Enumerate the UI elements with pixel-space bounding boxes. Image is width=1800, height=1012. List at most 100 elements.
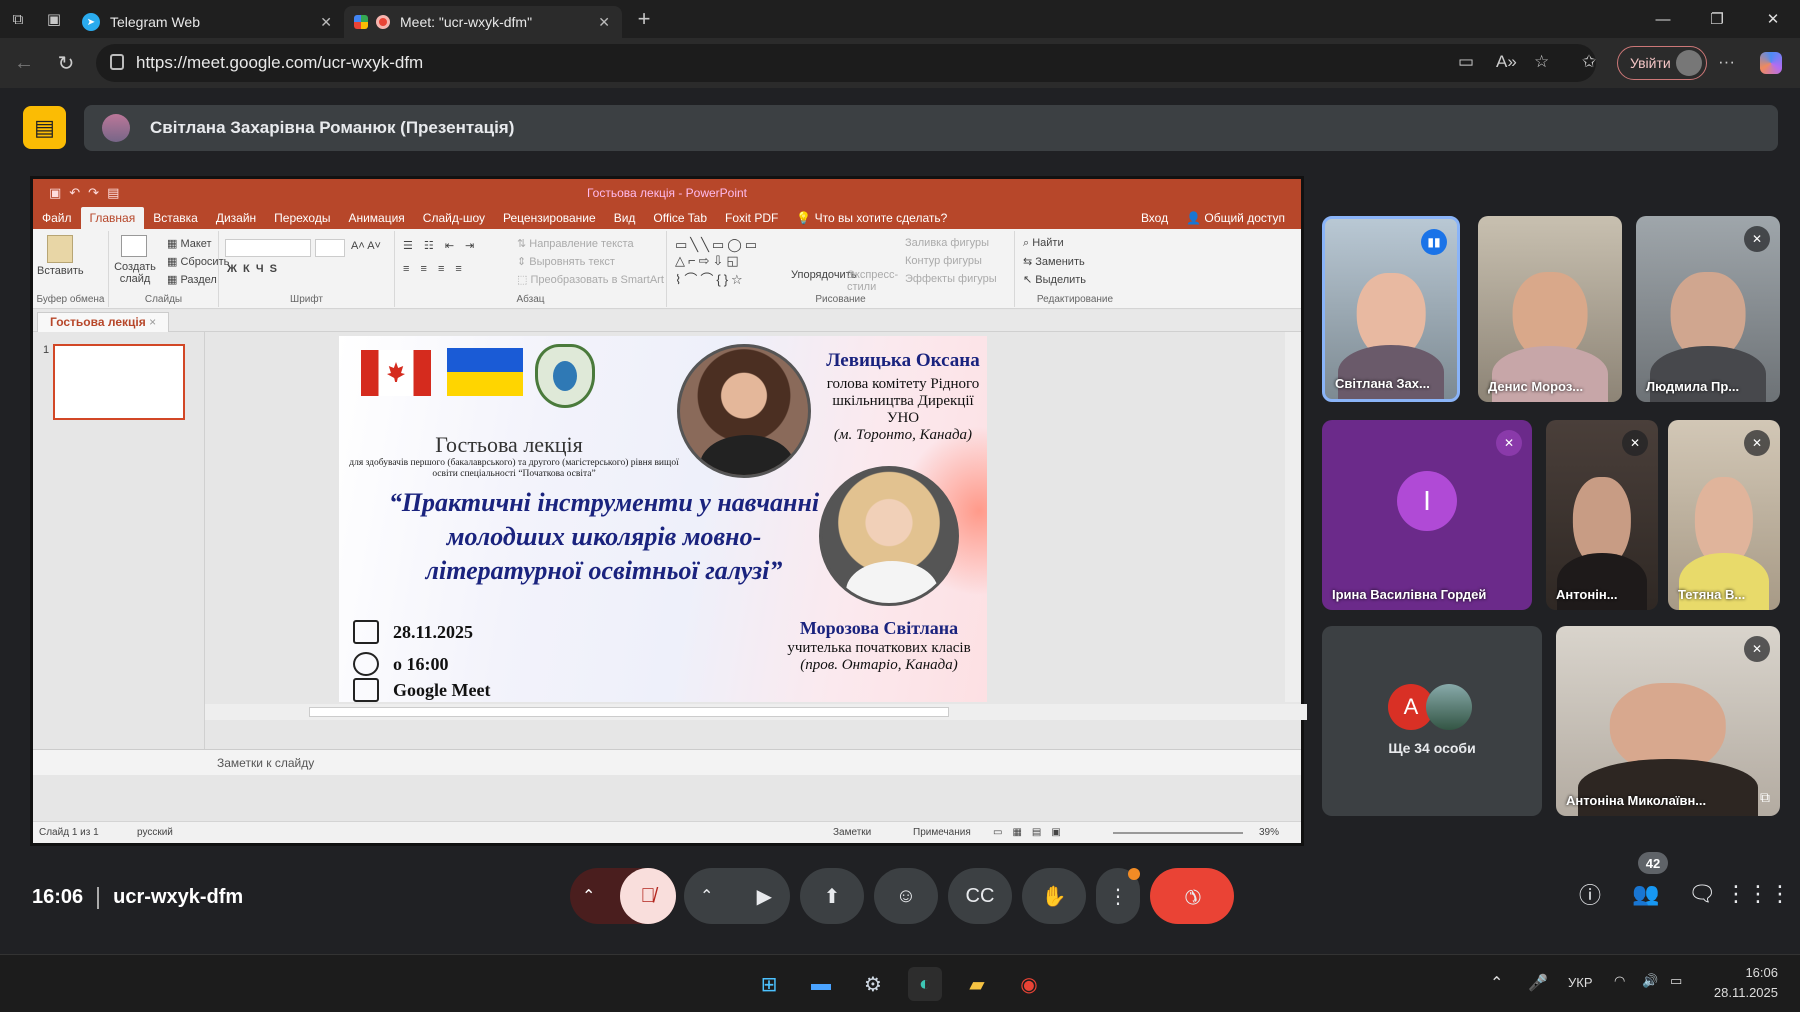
menu-review[interactable]: Рецензирование: [494, 207, 605, 229]
align-text-button[interactable]: ⇕ Выровнять текст: [517, 255, 615, 268]
pin-icon[interactable]: ⧉: [1760, 789, 1770, 806]
maximize-icon[interactable]: ❐: [1690, 0, 1744, 38]
participant-tile[interactable]: І ✕ Ірина Василівна Гордей: [1322, 420, 1532, 610]
present-screen-button[interactable]: ⬆: [800, 868, 864, 924]
slide-canvas[interactable]: Левицька Оксана голова комітету Рідного …: [339, 336, 987, 702]
close-icon[interactable]: ✕: [320, 14, 332, 31]
people-button[interactable]: 👥: [1624, 872, 1668, 916]
close-icon[interactable]: ×: [149, 315, 156, 329]
font-grow-icon[interactable]: A˄ A˅: [351, 240, 381, 252]
windows-start-icon[interactable]: ⊞: [752, 967, 786, 1001]
leave-call-button[interactable]: ✆: [1150, 868, 1234, 924]
minimize-icon[interactable]: —: [1636, 0, 1690, 38]
participant-tile[interactable]: ▮▮ Світлана Зах...: [1322, 216, 1460, 402]
mic-off-icon[interactable]: 🎙̸: [620, 868, 676, 924]
clock-date[interactable]: 28.11.2025: [1704, 985, 1778, 1000]
horizontal-scrollbar[interactable]: [205, 704, 1307, 720]
edge-icon[interactable]: ◐: [908, 967, 942, 1001]
layout-button[interactable]: ▦ Макет: [167, 237, 212, 250]
language-status[interactable]: русский: [137, 827, 173, 838]
scroll-thumb[interactable]: [309, 707, 949, 717]
chat-button[interactable]: 🗨: [1680, 872, 1724, 916]
menu-insert[interactable]: Вставка: [144, 207, 207, 229]
tab-actions-icon[interactable]: ▣: [36, 0, 72, 38]
more-participants-tile[interactable]: A Ще 34 особи: [1322, 626, 1542, 816]
clock-time[interactable]: 16:06: [1724, 965, 1778, 980]
more-menu-icon[interactable]: ···: [1718, 52, 1735, 72]
workspaces-icon[interactable]: ⧉: [0, 0, 36, 38]
slide-notes[interactable]: Заметки к слайду: [33, 749, 1301, 775]
presentation-icon[interactable]: ▤: [23, 106, 66, 149]
battery-icon[interactable]: ▭: [1670, 973, 1682, 989]
section-button[interactable]: ▦ Раздел: [167, 273, 217, 286]
select-button[interactable]: ↖ Выделить: [1023, 273, 1086, 286]
menu-slideshow[interactable]: Слайд-шоу: [414, 207, 494, 229]
steam-icon[interactable]: ⚙: [856, 967, 890, 1001]
tab-meet[interactable]: Meet: "ucr-wxyk-dfm" ✕: [344, 6, 622, 38]
volume-icon[interactable]: 🔊: [1642, 973, 1658, 989]
participant-tile[interactable]: Денис Мороз...: [1478, 216, 1622, 402]
font-format-icons[interactable]: ЖКЧS: [227, 263, 283, 275]
font-size-field[interactable]: [315, 239, 345, 257]
quick-styles-button[interactable]: Экспресс-стили: [847, 269, 898, 293]
meeting-details-button[interactable]: ⓘ: [1568, 872, 1612, 916]
reload-icon[interactable]: ↻: [46, 43, 86, 83]
file-explorer-icon[interactable]: ▰: [960, 967, 994, 1001]
captions-button[interactable]: CC: [948, 868, 1012, 924]
shape-effects-button[interactable]: Эффекты фигуры: [905, 273, 997, 285]
replace-button[interactable]: ⇆ Заменить: [1023, 255, 1085, 268]
menu-animations[interactable]: Анимация: [339, 207, 413, 229]
desktop-icon[interactable]: ▬: [804, 967, 838, 1001]
menu-office-tab[interactable]: Office Tab: [644, 207, 716, 229]
zoom-level[interactable]: 39%: [1259, 827, 1279, 838]
more-options-button[interactable]: ⋮: [1096, 868, 1140, 924]
view-icons[interactable]: ▭▦▤▣: [993, 827, 1071, 838]
new-slide-button[interactable]: Создать слайд: [113, 261, 157, 285]
favorite-star-icon[interactable]: ☆: [1534, 52, 1549, 72]
document-tab[interactable]: Гостьова лекція ×: [37, 312, 170, 332]
font-name-field[interactable]: [225, 239, 311, 257]
menu-file[interactable]: Файл: [33, 207, 81, 229]
vertical-scrollbar[interactable]: [1285, 332, 1301, 702]
slide-thumbnail[interactable]: [53, 344, 185, 420]
input-language[interactable]: УКР: [1568, 975, 1593, 990]
favorites-icon[interactable]: ✩: [1582, 52, 1596, 72]
window-close-icon[interactable]: ✕: [1746, 0, 1800, 38]
shape-fill-button[interactable]: Заливка фигуры: [905, 237, 989, 249]
raise-hand-button[interactable]: ✋: [1022, 868, 1086, 924]
new-tab-button[interactable]: +: [628, 3, 660, 35]
participant-tile[interactable]: ✕ Тетяна В...: [1668, 420, 1780, 610]
ppt-signin[interactable]: Вход: [1141, 207, 1168, 229]
camera-options-chevron-icon[interactable]: ⌃: [700, 886, 713, 906]
sign-in-button[interactable]: Увійти: [1617, 46, 1707, 80]
wifi-icon[interactable]: ◠: [1614, 973, 1625, 989]
chrome-icon[interactable]: ◉: [1012, 967, 1046, 1001]
emoji-reactions-button[interactable]: ☺: [874, 868, 938, 924]
tray-chevron-icon[interactable]: ⌃: [1490, 973, 1503, 993]
notes-toggle[interactable]: Заметки: [833, 827, 871, 838]
tray-mic-icon[interactable]: 🎤: [1528, 973, 1548, 993]
url-field[interactable]: https://meet.google.com/ucr-wxyk-dfm: [96, 44, 1596, 82]
text-direction-button[interactable]: ⇅ Направление текста: [517, 237, 634, 250]
comments-toggle[interactable]: Примечания: [913, 827, 971, 838]
find-button[interactable]: ⌕ Найти: [1023, 237, 1064, 250]
close-icon[interactable]: ✕: [598, 14, 610, 31]
paste-button[interactable]: Вставить: [37, 265, 84, 277]
smartart-button[interactable]: ⬚ Преобразовать в SmartArt: [517, 273, 664, 286]
list-icons[interactable]: ☰ ☷ ⇤ ⇥: [403, 239, 478, 252]
tell-me-field[interactable]: 💡 Что вы хотите сделать?: [787, 207, 956, 229]
menu-view[interactable]: Вид: [605, 207, 645, 229]
read-aloud-icon[interactable]: A»: [1496, 52, 1517, 72]
ppt-share[interactable]: 👤 Общий доступ: [1186, 207, 1285, 229]
menu-home[interactable]: Главная: [80, 207, 145, 229]
tab-telegram[interactable]: ➤ Telegram Web ✕: [72, 6, 344, 38]
participant-tile[interactable]: ✕ Антонін...: [1546, 420, 1658, 610]
back-icon[interactable]: ←: [4, 43, 44, 83]
shapes-gallery[interactable]: ▭╲╲▭◯▭ △⌐⇨⇩◱ ⌇⌒⌒{}☆: [675, 237, 760, 288]
zoom-slider[interactable]: [1113, 832, 1243, 834]
mic-options-chevron-icon[interactable]: ⌃: [582, 886, 595, 906]
activities-button[interactable]: ⋮⋮⋮: [1725, 872, 1791, 916]
paste-icon[interactable]: [47, 235, 73, 263]
camera-in-use-icon[interactable]: ▭: [1458, 52, 1474, 72]
camera-icon[interactable]: ▶: [757, 884, 772, 909]
